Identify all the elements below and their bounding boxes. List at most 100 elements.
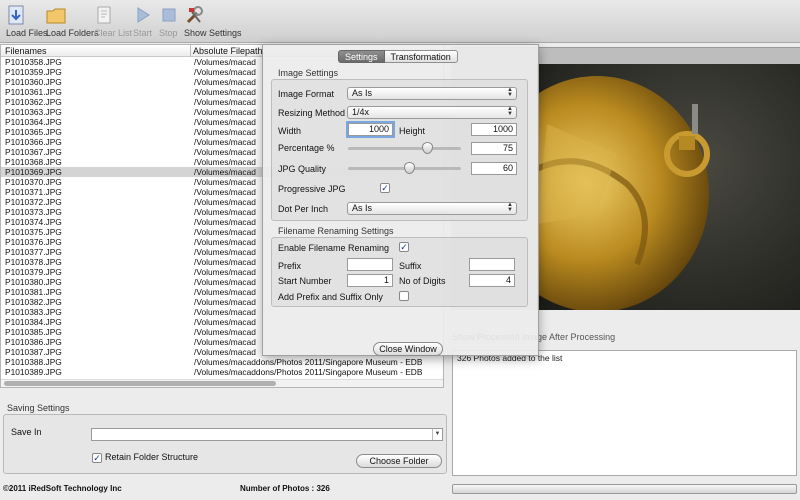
- prefix-field[interactable]: [347, 258, 393, 271]
- filepath-cell: /Volumes/macad: [194, 267, 256, 277]
- filename-cell: P1010376.JPG: [5, 237, 62, 247]
- filename-cell: P1010367.JPG: [5, 147, 62, 157]
- filename-cell: P1010375.JPG: [5, 227, 62, 237]
- filepath-cell: /Volumes/macad: [194, 207, 256, 217]
- renaming-settings-title: Filename Renaming Settings: [278, 226, 394, 236]
- tab-transformation[interactable]: Transformation: [384, 50, 458, 63]
- start-label: Start: [133, 28, 153, 38]
- filename-cell: P1010360.JPG: [5, 77, 62, 87]
- retain-folder-structure-checkbox[interactable]: ✓ Retain Folder Structure: [92, 452, 198, 463]
- start-number-field[interactable]: 1: [347, 274, 393, 287]
- stop-button[interactable]: Stop: [159, 4, 179, 38]
- filename-cell: P1010379.JPG: [5, 267, 62, 277]
- suffix-field[interactable]: [469, 258, 515, 271]
- load-files-button[interactable]: Load Files: [6, 4, 48, 38]
- settings-tabs: Settings Transformation: [338, 50, 458, 63]
- resizing-method-select[interactable]: 1/4x ▲ ▼: [347, 106, 517, 119]
- filename-cell: P1010380.JPG: [5, 277, 62, 287]
- filepath-cell: /Volumes/macad: [194, 117, 256, 127]
- filepath-cell: /Volumes/macad: [194, 167, 256, 177]
- toolbar: Load Files Load Folders Clear List Start…: [0, 0, 800, 43]
- column-separator[interactable]: [190, 45, 191, 57]
- filename-cell: P1010370.JPG: [5, 177, 62, 187]
- load-folders-button[interactable]: Load Folders: [46, 4, 99, 38]
- filepath-cell: /Volumes/macad: [194, 277, 256, 287]
- filename-cell: P1010362.JPG: [5, 97, 62, 107]
- tab-settings[interactable]: Settings: [338, 50, 385, 63]
- pocket-watch-image: [537, 64, 800, 310]
- slider-knob[interactable]: [404, 162, 415, 174]
- height-label: Height: [399, 126, 426, 136]
- filepath-cell: /Volumes/macad: [194, 57, 256, 67]
- filepath-cell: /Volumes/macad: [194, 307, 256, 317]
- stop-icon: [162, 8, 176, 22]
- filename-cell: P1010385.JPG: [5, 327, 62, 337]
- scrollbar-thumb[interactable]: [4, 381, 276, 386]
- filepath-cell: /Volumes/macad: [194, 187, 256, 197]
- clear-list-button[interactable]: Clear List: [94, 4, 132, 38]
- start-button[interactable]: Start: [133, 4, 153, 38]
- horizontal-scrollbar[interactable]: [1, 379, 443, 387]
- chevron-down-icon[interactable]: ▼: [432, 429, 442, 440]
- filepath-cell: /Volumes/macad: [194, 337, 256, 347]
- filepath-cell: /Volumes/macad: [194, 177, 256, 187]
- jpg-quality-slider[interactable]: [348, 162, 461, 175]
- slider-knob[interactable]: [422, 142, 433, 154]
- retain-checkbox-box[interactable]: ✓: [92, 452, 102, 463]
- jpg-quality-field[interactable]: 60: [471, 162, 517, 175]
- filename-cell: P1010386.JPG: [5, 337, 62, 347]
- filepath-cell: /Volumes/macad: [194, 217, 256, 227]
- clear-list-icon: [97, 6, 111, 24]
- close-window-button[interactable]: Close Window: [373, 342, 443, 356]
- filepath-cell: /Volumes/macad: [194, 257, 256, 267]
- image-format-label: Image Format: [278, 89, 335, 99]
- no-of-digits-label: No of Digits: [399, 276, 446, 286]
- percentage-field[interactable]: 75: [471, 142, 517, 155]
- suffix-label: Suffix: [399, 261, 422, 271]
- table-row[interactable]: P1010388.JPG/Volumes/macaddons/Photos 20…: [1, 357, 443, 367]
- prefix-suffix-only-label: Add Prefix and Suffix Only: [278, 292, 383, 302]
- percentage-label: Percentage %: [278, 143, 335, 153]
- prefix-suffix-only-checkbox[interactable]: [399, 291, 409, 301]
- filepath-cell: /Volumes/macad: [194, 347, 256, 357]
- log-area[interactable]: 326 Photos added to the list: [452, 350, 797, 476]
- column-header-filepath[interactable]: Absolute Filepath: [193, 46, 263, 56]
- show-settings-button[interactable]: Show Settings: [184, 4, 242, 38]
- dpi-value: As Is: [352, 203, 373, 213]
- column-header-filenames[interactable]: Filenames: [5, 46, 47, 56]
- preview-image: [537, 64, 800, 310]
- choose-folder-button[interactable]: Choose Folder: [356, 454, 442, 468]
- filename-cell: P1010381.JPG: [5, 287, 62, 297]
- filepath-cell: /Volumes/macad: [194, 157, 256, 167]
- image-format-select[interactable]: As Is ▲ ▼: [347, 87, 517, 100]
- filepath-cell: /Volumes/macad: [194, 137, 256, 147]
- table-row[interactable]: P1010389.JPG/Volumes/macaddons/Photos 20…: [1, 367, 443, 377]
- filepath-cell: /Volumes/macad: [194, 227, 256, 237]
- progressive-jpg-checkbox[interactable]: ✓: [380, 183, 390, 193]
- width-field[interactable]: 1000: [348, 123, 393, 136]
- dpi-select[interactable]: As Is ▲ ▼: [347, 202, 517, 215]
- resizing-method-value: 1/4x: [352, 107, 370, 117]
- image-format-value: As Is: [352, 88, 373, 98]
- load-files-icon: [8, 5, 24, 25]
- height-field[interactable]: 1000: [471, 123, 517, 136]
- dpi-label: Dot Per Inch: [278, 204, 329, 214]
- enable-renaming-checkbox[interactable]: ✓: [399, 242, 409, 252]
- stop-label: Stop: [159, 28, 178, 38]
- filepath-cell: /Volumes/macad: [194, 297, 256, 307]
- play-icon: [137, 7, 150, 23]
- start-number-label: Start Number: [278, 276, 332, 286]
- save-in-combobox[interactable]: ▼: [91, 428, 443, 441]
- filename-cell: P1010363.JPG: [5, 107, 62, 117]
- filename-cell: P1010382.JPG: [5, 297, 62, 307]
- updown-icon: ▲ ▼: [507, 87, 513, 98]
- filename-cell: P1010374.JPG: [5, 217, 62, 227]
- filepath-cell: /Volumes/macad: [194, 247, 256, 257]
- resizing-method-label: Resizing Method: [278, 108, 346, 118]
- filepath-cell: /Volumes/macad: [194, 97, 256, 107]
- updown-icon: ▲ ▼: [507, 202, 513, 213]
- filepath-cell: /Volumes/macaddons/Photos 2011/Singapore…: [194, 367, 423, 377]
- percentage-slider[interactable]: [348, 142, 461, 155]
- filepath-cell: /Volumes/macad: [194, 67, 256, 77]
- no-of-digits-field[interactable]: 4: [469, 274, 515, 287]
